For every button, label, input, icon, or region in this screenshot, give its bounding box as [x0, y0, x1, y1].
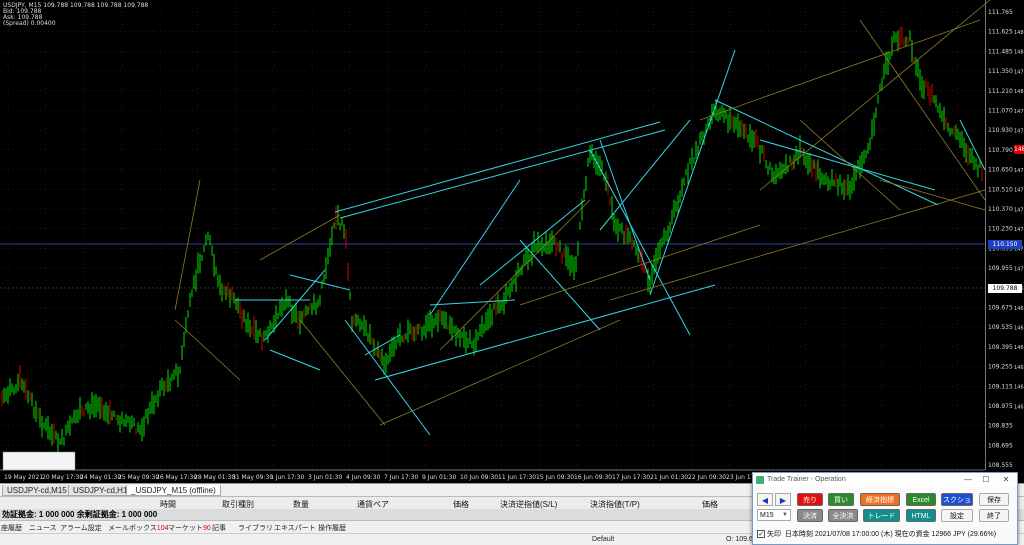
trend-line — [599, 139, 651, 281]
time-tick-label: 9 Jun 01:30 — [422, 474, 456, 481]
fib-line — [759, 0, 991, 191]
trade-trainer-titlebar[interactable]: Trade Trainer - Operation — ☐ ✕ — [753, 473, 1017, 487]
time-tick-label: 17 Jun 17:30 — [612, 474, 650, 481]
fib-line — [859, 19, 986, 201]
tab-usdjpy-m15-offline[interactable]: _USDJPY_M15 (offline) — [126, 485, 221, 496]
trend-line — [649, 49, 736, 296]
fib-line — [699, 19, 981, 121]
sell-button[interactable]: 売り — [797, 493, 823, 506]
time-tick-label: 10 Jun 09:30 — [460, 474, 498, 481]
mt4-window: 111.765 111.625 111.485 111.350 111.210 111.0… — [0, 0, 1024, 545]
time-tick-label: 20 May 17:30 — [42, 474, 83, 481]
screenshot-button[interactable]: スクショ — [941, 493, 973, 506]
tab-articles[interactable]: 記事 — [212, 523, 226, 533]
tab-experts[interactable]: エキスパート — [274, 523, 316, 533]
trade-trainer-window: Trade Trainer - Operation — ☐ ✕ ◀ ▶ 売り 買… — [752, 472, 1018, 545]
time-tick-label: 11 Jun 17:30 — [498, 474, 536, 481]
tab-alerts[interactable]: アラーム設定 — [60, 523, 102, 533]
prev-bar-button[interactable]: ◀ — [757, 493, 773, 506]
time-tick-label: 22 Jun 09:30 — [688, 474, 726, 481]
red-price-tag: 148 — [1014, 145, 1024, 154]
tab-mailbox[interactable]: メールボックス104 — [108, 523, 168, 533]
time-tick-label: 3 Jun 01:30 — [308, 474, 342, 481]
trend-line — [269, 349, 321, 371]
chevron-down-icon: ▼ — [782, 512, 788, 518]
exit-button[interactable]: 終了 — [979, 509, 1009, 522]
time-tick-label: 16 Jun 09:30 — [574, 474, 612, 481]
time-tick-label: 31 May 09:30 — [232, 474, 273, 481]
arrow-label: 矢印 — [767, 531, 781, 538]
trade-trainer-title: Trade Trainer - Operation — [767, 476, 846, 483]
arrow-checkbox[interactable]: ✓ — [757, 530, 765, 539]
trade-button[interactable]: トレード — [863, 509, 900, 522]
app-icon — [756, 476, 764, 484]
trend-line — [519, 239, 601, 331]
mailbox-label: メールボックス — [108, 525, 157, 532]
time-tick-label: 28 May 01:30 — [194, 474, 235, 481]
market-count: 90 — [203, 525, 211, 532]
time-tick-label: 4 Jun 09:30 — [346, 474, 380, 481]
tab-library[interactable]: ライブラリ — [238, 523, 273, 533]
inset-box — [2, 451, 76, 471]
close-all-button[interactable]: 全決済 — [828, 509, 858, 522]
minimize-icon[interactable]: — — [961, 473, 975, 487]
time-tick-label: 26 May 17:30 — [156, 474, 197, 481]
current-price-tag: 109.788 — [988, 284, 1022, 293]
price-chart[interactable]: 111.765 111.625 111.485 111.350 111.210 111.0… — [0, 0, 1024, 483]
time-tick-label: 1 Jun 17:30 — [270, 474, 304, 481]
fib-line — [439, 199, 591, 351]
time-tick-label: 25 May 09:30 — [118, 474, 159, 481]
fib-line — [174, 319, 241, 381]
close-position-button[interactable]: 決済 — [797, 509, 823, 522]
trend-line — [599, 119, 691, 231]
excel-button[interactable]: Excel — [906, 493, 936, 506]
blue-line-price-tag: 110.150 — [988, 240, 1022, 249]
time-tick-label: 19 May 2021 — [4, 474, 43, 481]
spread-line: (Spread) 0.00400 — [3, 20, 56, 27]
tab-journal[interactable]: 操作履歴 — [318, 523, 346, 533]
price-axis[interactable] — [985, 0, 1024, 470]
fib-line — [519, 224, 761, 306]
chart-header: USDJPY, M15 109.788 109.788 109.788 109.… — [3, 3, 148, 27]
buy-button[interactable]: 買い — [828, 493, 854, 506]
maximize-icon[interactable]: ☐ — [979, 473, 993, 487]
tab-usdjpy-m15[interactable]: USDJPY-cd,M15 — [2, 485, 72, 496]
fib-line — [609, 189, 986, 301]
status-ohlc: O: 109.6 — [726, 536, 753, 543]
settings-button[interactable]: 設定 — [941, 509, 973, 522]
chart-canvas[interactable]: 111.765111.625111.485111.350111.210111.0… — [0, 0, 1024, 483]
time-tick-label: 15 Jun 09:30 — [536, 474, 574, 481]
save-button[interactable]: 保存 — [979, 493, 1009, 506]
trend-line — [479, 199, 586, 286]
trend-line — [334, 121, 661, 213]
timeframe-select[interactable]: M15 ▼ — [757, 509, 791, 521]
fib-line — [299, 319, 386, 426]
next-bar-button[interactable]: ▶ — [775, 493, 791, 506]
time-tick-label: 24 May 01:30 — [80, 474, 121, 481]
tab-market[interactable]: マーケット90 — [168, 523, 211, 533]
economic-indicator-button[interactable]: 経済指標 — [860, 493, 900, 506]
tab-usdjpy-h1[interactable]: USDJPY-cd,H1 — [68, 485, 133, 496]
timeframe-value: M15 — [760, 512, 774, 519]
trade-trainer-info: ✓ 矢印 日本時刻 2021/07/08 17:00:00 (木) 現在の資金 1… — [757, 529, 996, 541]
tab-news[interactable]: ニュース — [29, 523, 57, 533]
mailbox-count: 104 — [156, 525, 169, 532]
trend-line — [344, 319, 431, 436]
close-icon[interactable]: ✕ — [999, 473, 1013, 487]
time-tick-label: 21 Jun 01:30 — [650, 474, 688, 481]
html-button[interactable]: HTML — [906, 509, 936, 522]
market-label: マーケット — [168, 525, 203, 532]
time-balance-info: 日本時刻 2021/07/08 17:00:00 (木) 現在の資金 12966… — [784, 531, 997, 538]
tab-account-history[interactable]: 座履歴 — [1, 523, 22, 533]
status-profile: Default — [592, 536, 615, 543]
time-tick-label: 7 Jun 17:30 — [384, 474, 418, 481]
